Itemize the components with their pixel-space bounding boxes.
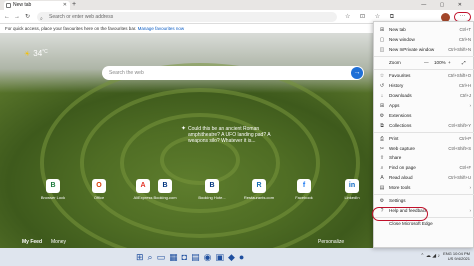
start-icon[interactable]: ⊞ [136,252,148,262]
back-icon[interactable]: ← [4,10,10,24]
taskbar: ⊞⌕▭▦◘▤◉▣◆● ⌃ ☁ ◢ ♪ ENG 10:04 PM US 9/4/2… [0,248,474,266]
quick-link-tile[interactable]: R Restaurants.com [239,179,279,200]
search-button[interactable]: → [351,67,363,79]
quick-link-label: LinkedIn [344,195,360,200]
new-tab-button[interactable]: + [72,0,76,10]
address-bar[interactable]: ⌕ Search or enter web address [37,12,337,22]
quick-link-tile[interactable]: O Office [79,179,119,200]
tab-title: New tab [13,2,32,8]
quick-link-label: Browser Lock [40,195,66,200]
menu-divider [374,194,474,195]
settings-highlight [372,207,428,221]
image-fact[interactable]: ✦ Could this be an ancient Roman amphith… [181,126,278,144]
quick-link-tile[interactable]: in LinkedIn [332,179,372,200]
menu-divider [374,131,474,133]
tab-close-button[interactable]: ✕ [63,1,67,10]
lightbulb-icon: ✦ [181,126,187,132]
quick-link-label: Booking Hote... [198,195,226,200]
temperature-unit: °C [42,49,48,55]
search-placeholder: Search the web [109,70,144,76]
image-fact-text: Could this be an ancient Roman amphithea… [188,126,271,144]
arrow-right-icon: → [353,69,361,76]
address-placeholder: Search or enter web address [49,14,114,20]
taskbar-apps[interactable]: ⊞⌕▭▦◘▤◉▣◆● [136,250,248,264]
chevron-right-icon: › [469,207,471,213]
personalize-button[interactable]: Personalize [318,236,344,248]
task-view-icon[interactable]: ▭ [157,252,170,262]
store-icon[interactable]: ▣ [215,252,228,262]
edge-icon[interactable]: ◉ [204,252,216,262]
quick-link-label: Facebook [295,195,313,200]
menu-item-label: More tools [389,185,411,191]
tray-icons[interactable]: ⌃ ☁ ◢ ♪ [420,253,440,259]
search-icon[interactable]: ⌕ [148,252,157,262]
tab-strip: New tab ✕ + — ▢ ✕ [0,0,474,10]
site-icon: B [158,179,172,193]
zoom-label: Zoom [389,59,401,65]
temperature: 34 [33,49,43,58]
quick-link-tile[interactable]: B Booking Hote... [192,179,232,200]
menu-shortcut: Ctrl+Shift+N [448,46,471,52]
favourites-hint: For quick access, place your favourites … [5,26,137,31]
site-icon: O [92,179,106,193]
menu-divider [374,69,474,71]
tab-my-feed[interactable]: My Feed [22,236,42,248]
refresh-icon[interactable]: ↻ [25,10,30,24]
page-icon [6,3,11,8]
quick-link-tile[interactable]: B Booking.com [145,179,185,200]
site-icon: B [46,179,60,193]
file-explorer-icon[interactable]: ▤ [191,252,204,262]
system-tray-clock[interactable]: ENG 10:04 PM US 9/4/2021 [443,251,470,261]
menu-item-label: Collections [389,122,412,128]
window-controls[interactable]: — ▢ ✕ [421,0,468,10]
quick-link-label: Restaurants.com [243,195,275,200]
chat-icon[interactable]: ◘ [182,252,191,262]
chevron-right-icon: › [469,185,471,191]
zoom-in-button[interactable]: + [448,58,451,69]
quick-link-tile[interactable]: B Browser Lock [33,179,73,200]
manage-favourites-link[interactable]: Manage favourites now [138,26,185,31]
sun-icon: ☀ [24,51,31,58]
site-icon: f [297,179,311,193]
app-icon[interactable]: ● [239,252,248,262]
region: US [447,256,454,261]
site-icon: R [252,179,266,193]
more-tools-icon: ▤ [379,185,385,192]
menu-item-label: New InPrivate window [389,46,435,52]
zoom-level: 100% [434,59,446,65]
new-inprivate-window-icon: ◫ [379,46,385,53]
search-icon: ⌕ [40,16,43,22]
tab-new-tab[interactable]: New tab ✕ [4,1,70,10]
web-search-box[interactable]: Search the web → [102,66,364,80]
menu-item-new-inprivate-window[interactable]: ◫ New InPrivate window Ctrl+Shift+N [374,45,474,56]
tab-money[interactable]: Money [51,236,66,248]
quick-link-label: Office [93,195,105,200]
zoom-out-button[interactable]: — [424,58,429,69]
site-icon: B [205,179,219,193]
forward-icon[interactable]: → [14,10,20,24]
quick-link-tile[interactable]: f Facebook [284,179,324,200]
menu-shortcut: Ctrl+Shift+Y [448,122,471,128]
menu-item-collections[interactable]: ⧉ Collections Ctrl+Shift+Y [374,121,474,132]
quick-link-label: Booking.com [153,195,177,200]
menu-item-more-tools[interactable]: ▤ More tools › [374,183,474,194]
date: 9/4/2021 [454,256,470,261]
collections-icon: ⧉ [380,122,384,129]
zoom-row: Zoom — 100% + ⤢ [374,58,474,69]
site-icon: in [345,179,359,193]
fullscreen-icon[interactable]: ⤢ [462,58,466,69]
weather-widget[interactable]: ☀ 34°C [24,49,48,58]
app-icon[interactable]: ◆ [228,252,239,262]
menu-divider [374,55,474,57]
widgets-icon[interactable]: ▦ [169,252,182,262]
